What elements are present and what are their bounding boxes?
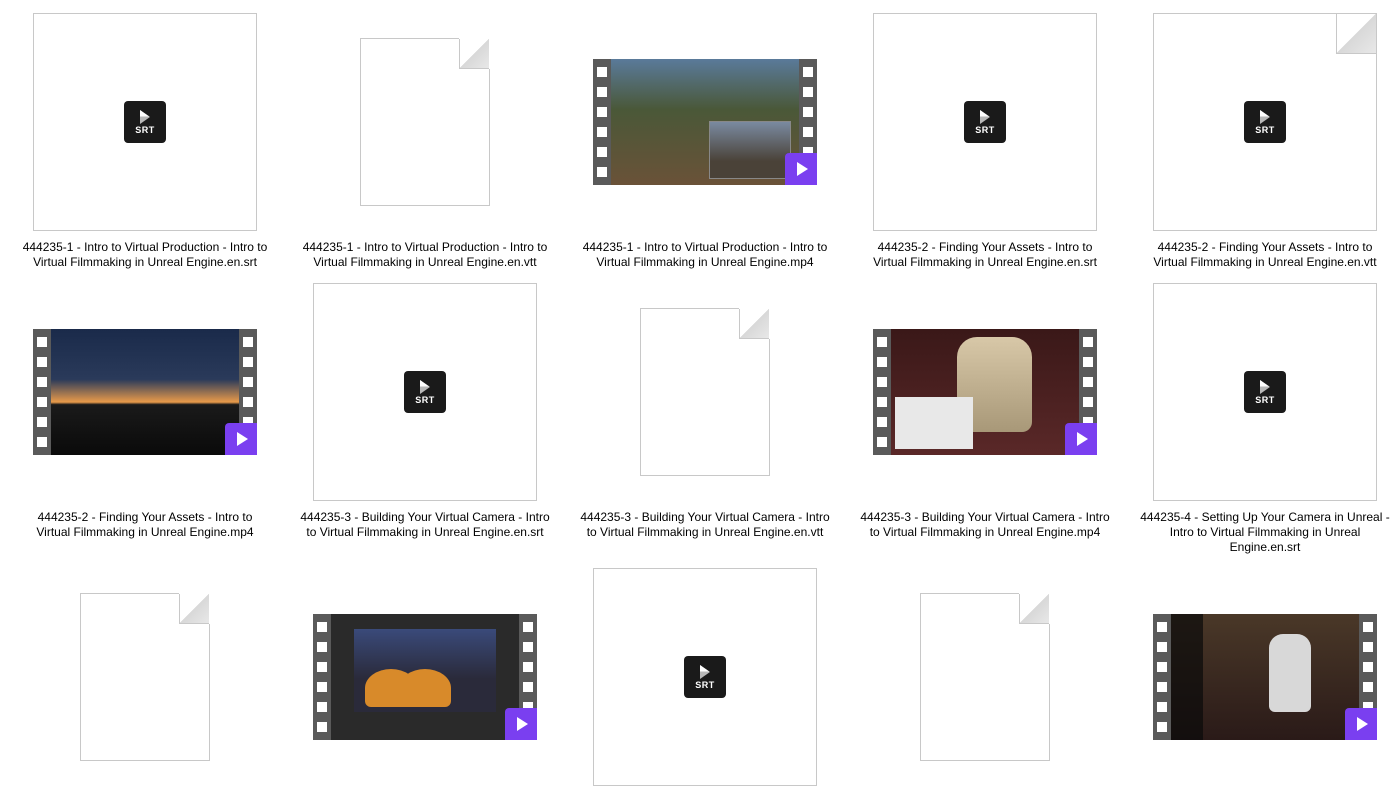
play-overlay-icon [505, 708, 537, 740]
file-label: 444235-2 - Finding Your Assets - Intro t… [20, 510, 270, 540]
file-grid: SRT 444235-1 - Intro to Virtual Productio… [5, 10, 1400, 795]
thumb-area [593, 10, 817, 234]
thumb-area [873, 280, 1097, 504]
film-strip-icon [873, 329, 891, 455]
srt-badge-text: SRT [415, 395, 435, 405]
file-thumbnail-video [33, 329, 257, 455]
film-strip-icon [33, 329, 51, 455]
file-thumbnail-srt: SRT [873, 13, 1097, 231]
file-thumbnail-video [873, 329, 1097, 455]
film-strip-icon [313, 614, 331, 740]
file-item[interactable] [5, 565, 285, 795]
film-strip-icon [1153, 614, 1171, 740]
thumb-area [593, 280, 817, 504]
file-item[interactable] [845, 565, 1125, 795]
file-item[interactable]: 444235-1 - Intro to Virtual Production -… [285, 10, 565, 270]
file-item[interactable]: SRT 444235-3 - Building Your Virtual Came… [285, 280, 565, 555]
file-thumbnail-srt: SRT [593, 568, 817, 786]
file-thumbnail-generic [360, 38, 490, 206]
thumb-area [33, 565, 257, 789]
file-label: 444235-4 - Setting Up Your Camera in Unr… [1140, 510, 1390, 555]
file-label: 444235-1 - Intro to Virtual Production -… [20, 240, 270, 270]
srt-badge-text: SRT [135, 125, 155, 135]
file-thumbnail-srt: SRT [33, 13, 257, 231]
file-item[interactable]: 444235-3 - Building Your Virtual Camera … [845, 280, 1125, 555]
srt-icon: SRT [1244, 101, 1286, 143]
file-label: 444235-3 - Building Your Virtual Camera … [580, 510, 830, 540]
file-item[interactable]: SRT 444235-1 - Intro to Virtual Productio… [5, 10, 285, 270]
thumb-area: SRT [33, 10, 257, 234]
file-thumbnail-generic [920, 593, 1050, 761]
play-overlay-icon [785, 153, 817, 185]
thumb-area [873, 565, 1097, 789]
file-item[interactable] [1125, 565, 1400, 795]
video-preview [51, 329, 239, 455]
page-fold-icon [179, 594, 209, 624]
file-thumbnail-generic [640, 308, 770, 476]
file-label: 444235-2 - Finding Your Assets - Intro t… [1140, 240, 1390, 270]
file-thumbnail-generic [80, 593, 210, 761]
file-item[interactable]: 444235-2 - Finding Your Assets - Intro t… [5, 280, 285, 555]
file-thumbnail-srt: SRT [1153, 283, 1377, 501]
thumb-area: SRT [1153, 280, 1377, 504]
play-overlay-icon [1345, 708, 1377, 740]
file-item[interactable]: SRT 444235-2 - Finding Your Assets - Intr… [845, 10, 1125, 270]
file-thumbnail-srt: SRT [313, 283, 537, 501]
file-item[interactable]: SRT 444235-4 - Setting Up Your Camera in … [1125, 280, 1400, 555]
play-overlay-icon [225, 423, 257, 455]
page-fold-icon [739, 309, 769, 339]
page-fold-icon [459, 39, 489, 69]
file-item[interactable]: SRT 444235-2 - Finding Your Assets - Intr… [1125, 10, 1400, 270]
thumb-area [33, 280, 257, 504]
file-label: 444235-2 - Finding Your Assets - Intro t… [860, 240, 1110, 270]
file-thumbnail-srt: SRT [1153, 13, 1377, 231]
file-item[interactable]: 444235-1 - Intro to Virtual Production -… [565, 10, 845, 270]
file-thumbnail-video [1153, 614, 1377, 740]
thumb-area: SRT [1153, 10, 1377, 234]
file-item[interactable]: 444235-3 - Building Your Virtual Camera … [565, 280, 845, 555]
video-preview [1171, 614, 1359, 740]
file-item[interactable] [285, 565, 565, 795]
srt-badge-text: SRT [975, 125, 995, 135]
file-thumbnail-video [593, 59, 817, 185]
file-item[interactable]: SRT [565, 565, 845, 795]
thumb-area: SRT [313, 280, 537, 504]
srt-icon: SRT [124, 101, 166, 143]
thumb-area [313, 565, 537, 789]
page-fold-icon [1336, 14, 1376, 54]
video-preview [891, 329, 1079, 455]
srt-badge-text: SRT [1255, 395, 1275, 405]
thumb-area [1153, 565, 1377, 789]
file-label: 444235-1 - Intro to Virtual Production -… [300, 240, 550, 270]
video-preview [611, 59, 799, 185]
file-thumbnail-video [313, 614, 537, 740]
thumb-area [313, 10, 537, 234]
srt-icon: SRT [684, 656, 726, 698]
page-fold-icon [1019, 594, 1049, 624]
file-label: 444235-3 - Building Your Virtual Camera … [300, 510, 550, 540]
thumb-area: SRT [873, 10, 1097, 234]
file-label: 444235-3 - Building Your Virtual Camera … [860, 510, 1110, 540]
play-overlay-icon [1065, 423, 1097, 455]
srt-icon: SRT [964, 101, 1006, 143]
film-strip-icon [593, 59, 611, 185]
srt-badge-text: SRT [695, 680, 715, 690]
video-preview [331, 614, 519, 740]
thumb-area: SRT [593, 565, 817, 789]
srt-badge-text: SRT [1255, 125, 1275, 135]
file-label: 444235-1 - Intro to Virtual Production -… [580, 240, 830, 270]
srt-icon: SRT [404, 371, 446, 413]
srt-icon: SRT [1244, 371, 1286, 413]
